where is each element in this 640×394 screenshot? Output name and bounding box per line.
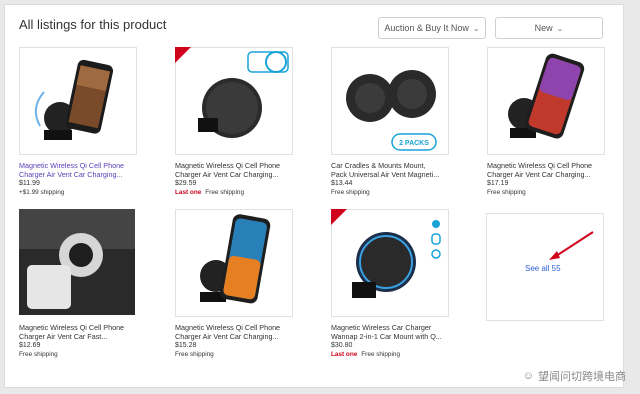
listing-title[interactable]: Magnetic Wireless Qi Cell Phone Charger …	[19, 323, 131, 341]
listing-shipping: Free shipping	[487, 189, 526, 196]
listing-price: $13.44	[331, 180, 353, 187]
section-title: All listings for this product	[19, 17, 167, 32]
listing-type-label: Auction & Buy It Now	[384, 23, 469, 33]
product-image[interactable]	[19, 47, 137, 155]
last-one-label: Last one	[175, 189, 202, 196]
listing-shipping: Free shipping	[205, 189, 245, 196]
chevron-down-icon: ⌄	[556, 23, 564, 33]
listing-shipping: Free shipping	[19, 351, 58, 358]
listing-price: $30.80	[331, 342, 353, 349]
product-image[interactable]	[175, 47, 293, 155]
listing-title[interactable]: Magnetic Wireless Qi Cell Phone Charger …	[19, 161, 131, 179]
product-image[interactable]	[487, 47, 605, 155]
listing-title[interactable]: Magnetic Wireless Qi Cell Phone Charger …	[175, 161, 287, 179]
listing-shipping: +$1.99 shipping	[19, 189, 65, 196]
listing-shipping: Free shipping	[361, 351, 401, 358]
watermark: ☺ 望闻问切跨境电商	[523, 368, 626, 384]
pack-tag: 2 PACKS	[399, 140, 429, 147]
listing-price: $29.59	[175, 180, 197, 187]
condition-label: New	[534, 23, 553, 33]
listing-price: $12.69	[19, 342, 41, 349]
listing-shipping: Free shipping	[175, 351, 214, 358]
promo-badge	[175, 47, 191, 63]
listing-title[interactable]: Magnetic Wireless Qi Cell Phone Charger …	[487, 161, 599, 179]
product-image[interactable]	[19, 209, 135, 315]
see-all-card[interactable]: See all 55	[486, 213, 604, 321]
last-one-label: Last one	[331, 351, 358, 358]
condition-dropdown[interactable]: New ⌄	[495, 17, 603, 39]
listing-title[interactable]: Car Cradles & Mounts Mount, Pack Univers…	[331, 161, 443, 179]
listing-price: $11.99	[19, 180, 40, 187]
listing-title[interactable]: Magnetic Wireless Qi Cell Phone Charger …	[175, 323, 287, 341]
listing-title[interactable]: Magnetic Wireless Car Charger Wannap 2-i…	[331, 323, 443, 341]
listing-price: $17.19	[487, 180, 509, 187]
wechat-icon: ☺	[522, 370, 534, 382]
product-image[interactable]	[331, 209, 449, 317]
listings-panel: All listings for this product Auction & …	[4, 4, 624, 388]
listing-price: $15.28	[175, 342, 197, 349]
listing-shipping-row: Last one Free shipping	[331, 351, 400, 358]
listing-type-dropdown[interactable]: Auction & Buy It Now ⌄	[378, 17, 486, 39]
product-image[interactable]	[175, 209, 293, 317]
promo-badge	[331, 209, 347, 225]
product-image[interactable]: 2 PACKS	[331, 47, 449, 155]
listing-shipping: Free shipping	[331, 189, 370, 196]
see-all-link[interactable]: See all 55	[525, 264, 561, 273]
chevron-down-icon: ⌄	[472, 23, 480, 33]
listing-shipping-row: Last one Free shipping	[175, 189, 244, 196]
watermark-text: 望闻问切跨境电商	[538, 371, 626, 383]
